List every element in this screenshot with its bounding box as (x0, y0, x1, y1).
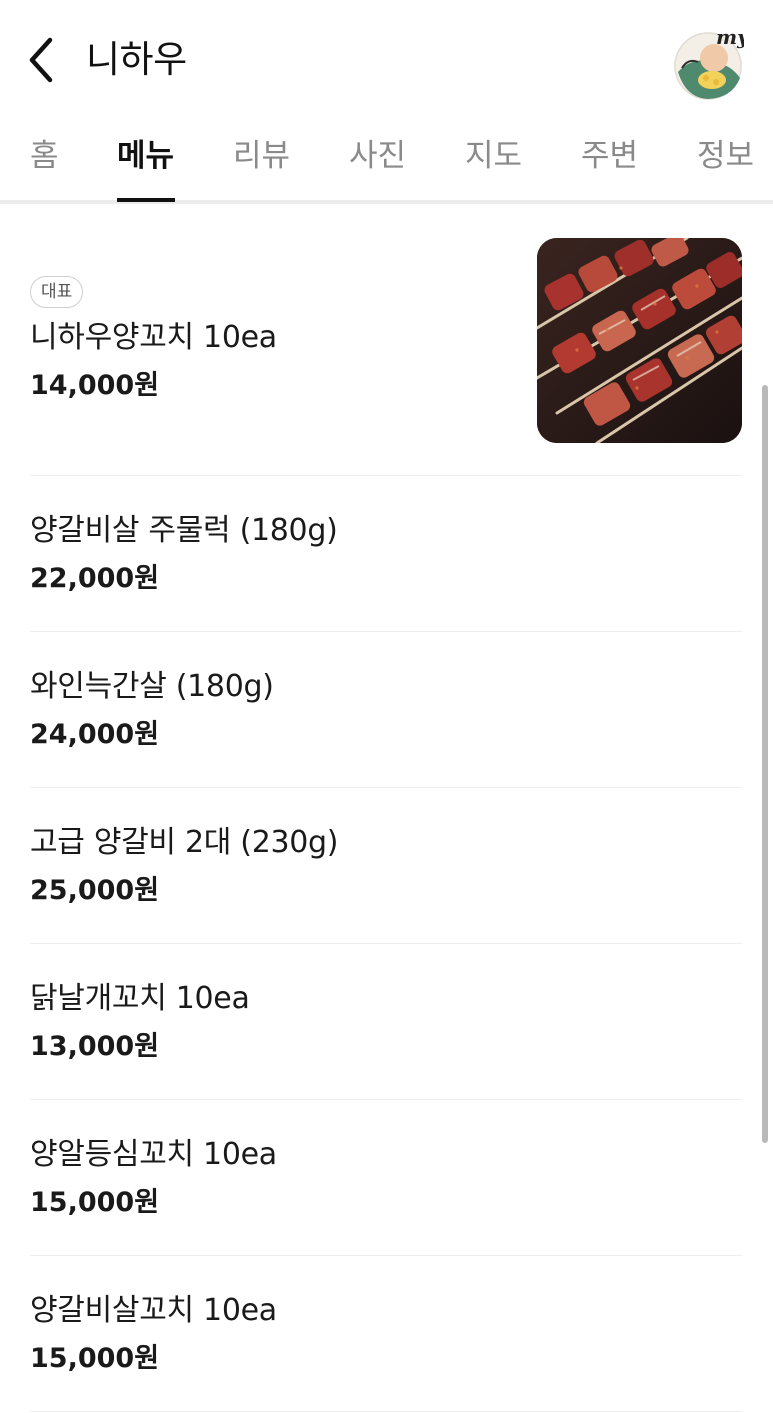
menu-item-name: 니하우양꼬치 10ea (30, 320, 277, 355)
tab-map[interactable]: 지도 (465, 136, 522, 176)
menu-item-price: 13,000원 (30, 1031, 160, 1062)
my-label-text: my (716, 28, 744, 49)
menu-item[interactable]: 고급 양갈비 2대 (230g) 25,000원 (30, 787, 742, 944)
menu-item-name: 닭날개꼬치 10ea (30, 981, 250, 1016)
tab-reviews[interactable]: 리뷰 (233, 136, 290, 176)
menu-item-name: 양갈비살 주물럭 (180g) (30, 513, 338, 548)
tab-info[interactable]: 정보 (697, 136, 754, 176)
menu-item[interactable]: 와인늑간살 (180g) 24,000원 (30, 631, 742, 788)
tab-nearby[interactable]: 주변 (581, 136, 638, 176)
top-header: 니하우 my (0, 0, 773, 118)
page-title: 니하우 (86, 38, 187, 81)
back-button[interactable] (20, 34, 64, 86)
tab-home[interactable]: 홈 (30, 136, 59, 176)
tab-photos[interactable]: 사진 (349, 136, 406, 176)
menu-item-photo[interactable] (537, 238, 742, 443)
menu-item-name: 고급 양갈비 2대 (230g) (30, 825, 339, 860)
menu-item-name: 양알등심꼬치 10ea (30, 1137, 277, 1172)
menu-item-price: 15,000원 (30, 1187, 160, 1218)
scrollbar-thumb[interactable] (762, 385, 768, 1143)
menu-item-price: 22,000원 (30, 563, 160, 594)
menu-item-price: 25,000원 (30, 875, 160, 906)
tab-bar: 홈 메뉴 리뷰 사진 지도 주변 정보 (0, 118, 773, 204)
menu-item[interactable]: 대표 니하우양꼬치 10ea 14,000원 (30, 206, 742, 476)
menu-item-price: 14,000원 (30, 370, 160, 401)
tab-menu[interactable]: 메뉴 (117, 136, 174, 176)
my-profile-button[interactable]: my (672, 25, 750, 100)
menu-item-price: 24,000원 (30, 719, 160, 750)
signature-badge: 대표 (30, 276, 84, 308)
active-tab-indicator (117, 198, 175, 202)
chevron-left-icon (20, 34, 64, 86)
menu-item-name: 양갈비살꼬치 10ea (30, 1293, 277, 1328)
avatar: my (674, 25, 750, 100)
menu-item-price: 15,000원 (30, 1343, 160, 1374)
menu-item[interactable]: 양알등심꼬치 10ea 15,000원 (30, 1099, 742, 1256)
menu-item-name: 와인늑간살 (180g) (30, 669, 274, 704)
menu-item[interactable]: 양갈비살꼬치 10ea 15,000원 (30, 1255, 742, 1412)
menu-item[interactable]: 양갈비살 주물럭 (180g) 22,000원 (30, 475, 742, 632)
menu-item[interactable]: 닭날개꼬치 10ea 13,000원 (30, 943, 742, 1100)
